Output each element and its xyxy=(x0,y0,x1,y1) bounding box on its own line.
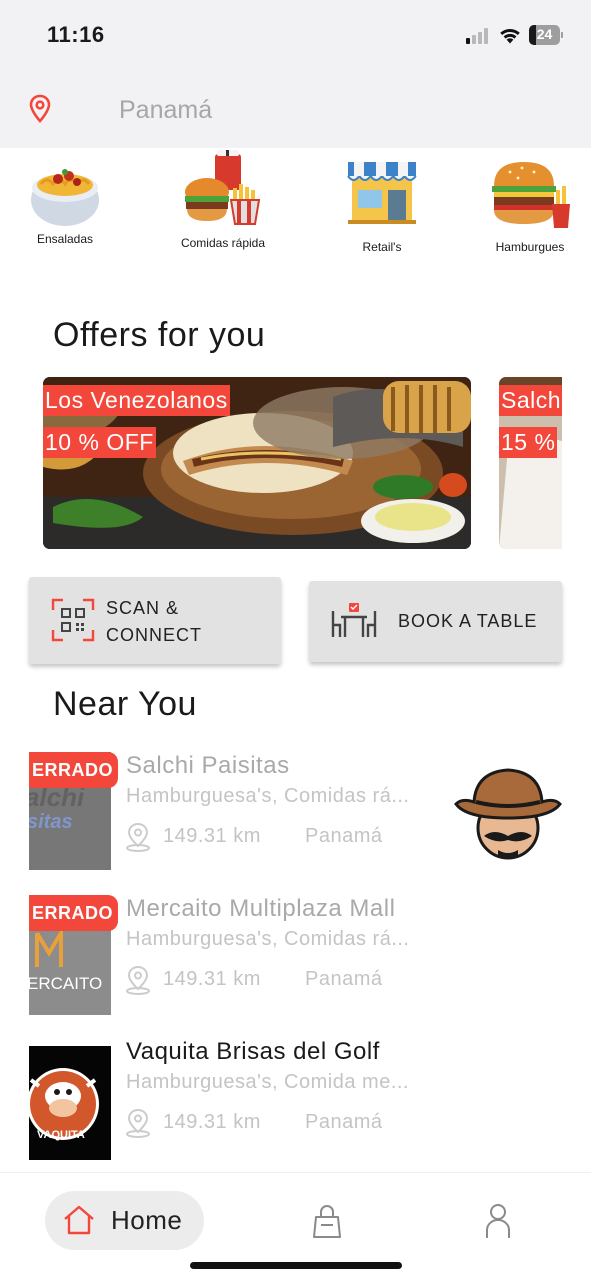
store-name: Vaquita Brisas del Golf xyxy=(126,1038,380,1065)
store-distance: 149.31 km xyxy=(163,1111,261,1133)
store-name: Mercaito Multiplaza Mall xyxy=(126,895,396,922)
store-city: Panamá xyxy=(305,1111,383,1133)
near-you-title: Near You xyxy=(53,685,197,723)
offers-carousel[interactable]: Los Venezolanos 10 % OFF Salch 15 % xyxy=(43,377,562,549)
offer-name: Los Venezolanos xyxy=(43,385,230,416)
offer-discount: 10 % OFF xyxy=(43,427,156,458)
offer-card[interactable]: Los Venezolanos 10 % OFF xyxy=(43,377,471,549)
store-categories: Hamburguesa's, Comida me... xyxy=(126,1071,409,1093)
store-list-item[interactable]: VAQUITA Vaquita Brisas del Golf Hamburgu… xyxy=(29,1038,569,1160)
closed-badge: ERRADO xyxy=(29,752,118,788)
cellular-signal-icon xyxy=(466,28,492,44)
shopping-bag-icon[interactable] xyxy=(313,1203,341,1239)
svg-text:VAQUITA: VAQUITA xyxy=(37,1129,85,1141)
home-icon xyxy=(64,1205,94,1235)
home-indicator xyxy=(190,1262,402,1269)
category-carousel[interactable]: Ensaladas Comidas rápida Retail's Hambur… xyxy=(0,148,591,268)
store-logo-image: VAQUITA xyxy=(29,1046,111,1160)
scan-connect-button[interactable]: SCAN & CONNECT xyxy=(29,577,281,664)
category-label: Hamburgues xyxy=(495,240,565,254)
category-hamburgues[interactable]: Hamburgues xyxy=(470,148,590,258)
nav-home-tab[interactable]: Home xyxy=(45,1191,204,1250)
location-pin-icon xyxy=(126,822,150,852)
offer-discount: 15 % xyxy=(499,427,558,458)
scan-label-line2: CONNECT xyxy=(106,625,202,645)
location-pin-icon xyxy=(126,965,150,995)
status-bar: 11:16 24 xyxy=(0,0,591,70)
nav-home-label: Home xyxy=(111,1205,183,1235)
category-comidas-rapida[interactable]: Comidas rápida xyxy=(163,148,283,258)
offer-card[interactable]: Salch 15 % xyxy=(499,377,562,549)
category-ensaladas[interactable]: Ensaladas xyxy=(5,148,125,258)
store-city: Panamá xyxy=(305,825,383,847)
category-retails[interactable]: Retail's xyxy=(322,148,442,258)
table-booking-icon xyxy=(331,603,377,637)
wifi-icon xyxy=(500,28,520,44)
closed-badge: ERRADO xyxy=(29,895,118,931)
store-distance: 149.31 km xyxy=(163,968,261,990)
qr-scan-icon xyxy=(51,598,95,642)
store-categories: Hamburguesa's, Comidas rá... xyxy=(126,785,410,807)
store-list-item[interactable]: alchi sitas ERRADO Salchi Paisitas Hambu… xyxy=(29,752,569,872)
burger-fries-icon xyxy=(492,162,570,228)
book-table-button[interactable]: BOOK A TABLE xyxy=(309,581,562,662)
status-time: 11:16 xyxy=(47,22,105,47)
store-categories: Hamburguesa's, Comidas rá... xyxy=(126,928,410,950)
scan-connect-label: SCAN & CONNECT xyxy=(106,595,202,649)
store-distance: 149.31 km xyxy=(163,825,261,847)
cowboy-mascot-avatar xyxy=(454,768,562,860)
map-pin-icon[interactable] xyxy=(28,94,52,124)
offers-title: Offers for you xyxy=(53,316,266,354)
location-city[interactable]: Panamá xyxy=(119,96,212,125)
salad-bowl-icon xyxy=(31,169,99,226)
category-label: Retail's xyxy=(362,240,402,254)
storefront-icon xyxy=(347,162,417,224)
battery-icon: 24 xyxy=(529,25,563,45)
fast-food-combo-icon xyxy=(185,150,261,225)
offer-name: Salch xyxy=(499,385,562,416)
scan-label-line1: SCAN & xyxy=(106,598,180,618)
battery-percent: 24 xyxy=(536,26,553,42)
store-name: Salchi Paisitas xyxy=(126,752,290,779)
svg-text:ERCAITO: ERCAITO xyxy=(29,974,102,993)
category-label: Ensaladas xyxy=(36,232,94,246)
user-icon[interactable] xyxy=(484,1203,512,1239)
store-thumbnail: VAQUITA xyxy=(29,1046,111,1160)
store-list-item[interactable]: ERCAITO ERRADO Mercaito Multiplaza Mall … xyxy=(29,895,569,1015)
book-table-label: BOOK A TABLE xyxy=(398,611,538,631)
bottom-navigation: Home xyxy=(0,1172,591,1280)
location-bar[interactable]: Panamá xyxy=(0,70,591,148)
location-pin-icon xyxy=(126,1108,150,1138)
store-city: Panamá xyxy=(305,968,383,990)
category-label: Comidas rápida xyxy=(180,236,266,250)
